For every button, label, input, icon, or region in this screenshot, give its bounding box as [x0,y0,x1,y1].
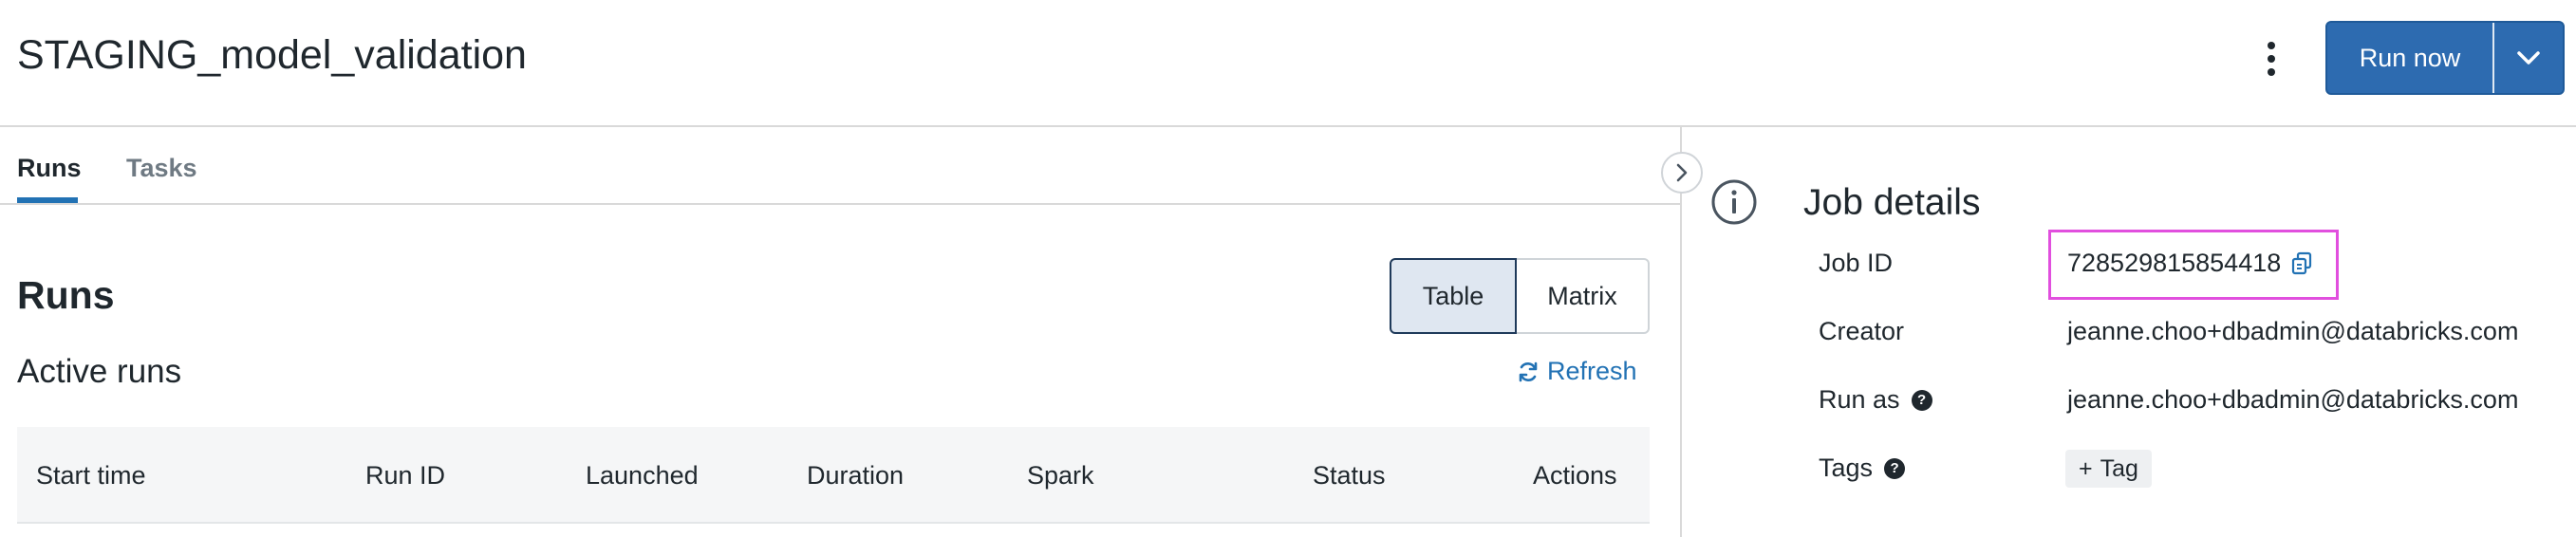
chevron-down-icon [2517,51,2540,65]
active-runs-heading: Active runs [17,353,182,390]
run-as-label-text: Run as [1819,385,1900,414]
tab-runs[interactable]: Runs [17,154,82,183]
add-tag-button[interactable]: + Tag [2065,450,2152,488]
job-id-label-text: Job ID [1819,249,1894,277]
column-header-run-id[interactable]: Run ID [365,461,445,491]
help-icon[interactable]: ? [1911,389,1932,411]
runs-table-header: Start time Run ID Launched Duration Spar… [17,427,1650,524]
column-header-spark[interactable]: Spark [1027,461,1094,491]
chevron-right-icon [1676,163,1688,182]
run-as-value: jeanne.choo+dbadmin@databricks.com [2067,385,2519,414]
column-header-status[interactable]: Status [1313,461,1386,491]
refresh-icon [1519,361,1538,381]
run-now-button[interactable]: Run now [2327,23,2492,93]
copy-icon[interactable] [2290,251,2313,276]
active-tab-indicator [17,197,78,203]
column-header-start-time[interactable]: Start time [36,461,146,491]
column-header-duration[interactable]: Duration [807,461,904,491]
matrix-view-button[interactable]: Matrix [1517,258,1650,334]
view-toggle: Table Matrix [1390,258,1650,334]
runs-heading: Runs [17,273,115,317]
info-icon [1711,179,1757,225]
job-id-value: 728529815854418 [2067,249,2282,277]
job-details-title: Job details [1803,182,1981,223]
runs-pane: Runs Tasks Runs Table Matrix Active runs… [0,127,1680,537]
run-options-dropdown[interactable] [2494,23,2563,93]
refresh-button[interactable]: Refresh [1517,357,1637,386]
more-options-icon[interactable] [2255,36,2287,82]
plus-icon: + [2079,454,2093,482]
tags-label: Tags ? [1819,454,1906,483]
job-id-value-row: 728529815854418 [2067,249,2313,278]
creator-label: Creator [1819,317,1904,346]
tags-label-text: Tags [1819,454,1874,482]
refresh-label: Refresh [1547,357,1637,385]
column-header-launched[interactable]: Launched [586,461,699,491]
tab-bar: Runs Tasks [0,127,1680,205]
add-tag-label: Tag [2100,454,2138,482]
run-now-button-group: Run now [2325,21,2565,95]
help-icon[interactable]: ? [1884,457,1906,479]
job-id-label: Job ID [1819,249,1893,278]
job-title: STAGING_model_validation [17,32,527,78]
collapse-panel-button[interactable] [1661,152,1703,194]
run-button-separator [2492,23,2494,93]
run-as-label: Run as ? [1819,385,1932,415]
tab-tasks[interactable]: Tasks [126,154,197,183]
creator-label-text: Creator [1819,317,1905,345]
page-header: STAGING_model_validation Run now [0,0,2576,127]
creator-value: jeanne.choo+dbadmin@databricks.com [2067,317,2519,345]
column-header-actions[interactable]: Actions [1533,461,1617,491]
table-view-button[interactable]: Table [1390,258,1517,334]
